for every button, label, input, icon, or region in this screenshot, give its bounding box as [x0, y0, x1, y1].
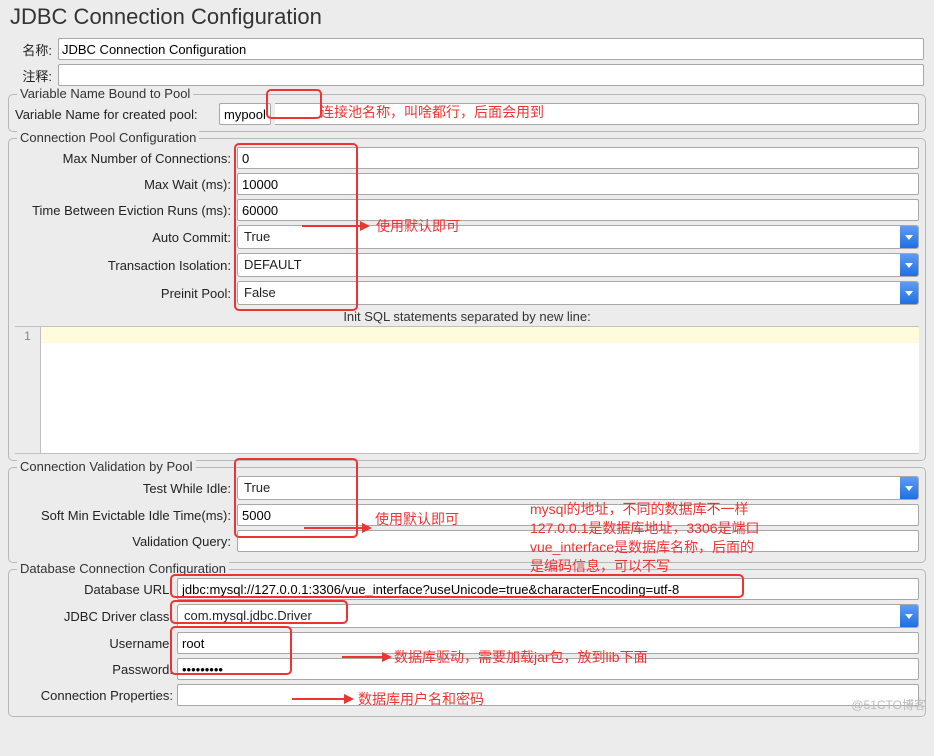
init-sql-caption: Init SQL statements separated by new lin… — [15, 309, 919, 324]
dburl-input[interactable] — [177, 578, 919, 600]
name-input[interactable] — [58, 38, 924, 60]
driver-combo[interactable]: com.mysql.jdbc.Driver — [177, 604, 919, 628]
preinit-value: False — [238, 282, 900, 304]
pass-label: Password: — [15, 662, 173, 677]
vquery-label: Validation Query: — [15, 534, 233, 549]
driver-label: JDBC Driver class: — [15, 609, 173, 624]
user-input[interactable] — [177, 632, 919, 654]
varname-label: Variable Name for created pool: — [15, 107, 215, 122]
dburl-label: Database URL: — [15, 582, 173, 597]
preinit-combo[interactable]: False — [237, 281, 919, 305]
comment-input[interactable] — [58, 64, 924, 86]
testidle-combo[interactable]: True — [237, 476, 919, 500]
maxconn-label: Max Number of Connections: — [15, 151, 233, 166]
eviction-input[interactable] — [237, 199, 919, 221]
comment-row: 注释: — [0, 62, 934, 88]
chevron-down-icon — [900, 282, 918, 304]
chevron-down-icon — [900, 226, 918, 248]
testidle-value: True — [238, 477, 900, 499]
maxwait-input[interactable] — [237, 173, 919, 195]
preinit-label: Preinit Pool: — [15, 286, 233, 301]
name-row: 名称: — [0, 36, 934, 62]
varname-input[interactable] — [219, 103, 271, 125]
softmin-input[interactable] — [237, 504, 919, 526]
legend-varpool: Variable Name Bound to Pool — [17, 86, 193, 101]
softmin-label: Soft Min Evictable Idle Time(ms): — [15, 508, 233, 523]
props-input[interactable] — [177, 684, 919, 706]
fieldset-validation: Connection Validation by Pool Test While… — [8, 467, 926, 563]
autocommit-value: True — [238, 226, 900, 248]
comment-label: 注释: — [10, 66, 52, 85]
eviction-label: Time Between Eviction Runs (ms): — [15, 203, 233, 218]
iso-value: DEFAULT — [238, 254, 900, 276]
editor-body[interactable] — [41, 327, 919, 453]
driver-value: com.mysql.jdbc.Driver — [178, 605, 900, 627]
user-label: Username: — [15, 636, 173, 651]
varname-extend[interactable] — [275, 103, 919, 125]
props-label: Connection Properties: — [15, 688, 173, 703]
legend-db: Database Connection Configuration — [17, 561, 229, 576]
testidle-label: Test While Idle: — [15, 481, 233, 496]
chevron-down-icon — [900, 477, 918, 499]
maxwait-label: Max Wait (ms): — [15, 177, 233, 192]
fieldset-varpool: Variable Name Bound to Pool Variable Nam… — [8, 94, 926, 132]
vquery-input[interactable] — [237, 530, 919, 552]
legend-validation: Connection Validation by Pool — [17, 459, 196, 474]
autocommit-label: Auto Commit: — [15, 230, 233, 245]
legend-pool: Connection Pool Configuration — [17, 130, 199, 145]
init-sql-editor[interactable]: 1 — [15, 326, 919, 454]
autocommit-combo[interactable]: True — [237, 225, 919, 249]
name-label: 名称: — [10, 40, 52, 59]
fieldset-pool: Connection Pool Configuration Max Number… — [8, 138, 926, 461]
iso-label: Transaction Isolation: — [15, 258, 233, 273]
pass-input[interactable] — [177, 658, 919, 680]
chevron-down-icon — [900, 254, 918, 276]
chevron-down-icon — [900, 605, 918, 627]
editor-gutter: 1 — [15, 327, 41, 453]
maxconn-input[interactable] — [237, 147, 919, 169]
page-title: JDBC Connection Configuration — [0, 0, 934, 36]
fieldset-db: Database Connection Configuration Databa… — [8, 569, 926, 717]
iso-combo[interactable]: DEFAULT — [237, 253, 919, 277]
